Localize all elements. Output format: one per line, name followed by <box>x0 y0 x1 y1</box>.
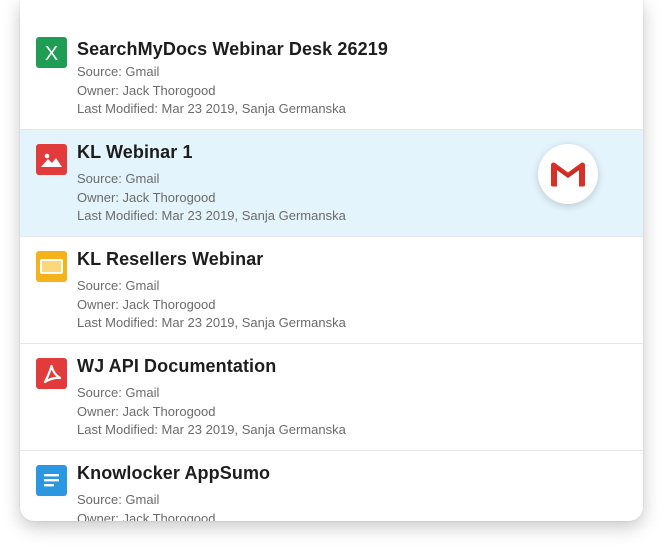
document-title[interactable]: KL Resellers Webinar <box>77 249 263 270</box>
pdf-icon <box>36 358 67 389</box>
document-source: Source: Gmail <box>77 171 160 186</box>
document-owner: Owner: Jack Thorogood <box>77 296 216 312</box>
document-modified: Last Modified: Mar 23 2019, Sanja German… <box>77 101 346 116</box>
list-item-selected[interactable]: KL Webinar 1 Source: Gmail Owner: Jack T… <box>20 130 643 237</box>
document-modified: Last Modified: Mar 23 2019, Sanja German… <box>77 315 346 330</box>
document-title[interactable]: Knowlocker AppSumo <box>77 463 270 484</box>
image-icon <box>36 144 67 175</box>
excel-icon: X <box>36 37 67 68</box>
document-meta: Source: Gmail Owner: Jack Thorogood Last… <box>77 63 346 119</box>
slides-icon <box>36 251 67 282</box>
svg-text:X: X <box>45 43 58 65</box>
doc-icon <box>36 465 67 496</box>
list-item[interactable]: KL Resellers Webinar Source: Gmail Owner… <box>20 237 643 344</box>
document-modified: Last Modified: Mar 23 2019, Sanja German… <box>77 208 346 223</box>
document-owner: Owner: Jack Thorogood <box>77 189 216 205</box>
document-source: Source: Gmail <box>77 278 160 293</box>
gmail-source-badge[interactable] <box>538 144 598 204</box>
document-meta: Source: Gmail Owner: Jack Thorogood <box>77 491 216 521</box>
document-source: Source: Gmail <box>77 492 160 507</box>
document-meta: Source: Gmail Owner: Jack Thorogood Last… <box>77 170 346 226</box>
document-source: Source: Gmail <box>77 385 160 400</box>
document-owner: Owner: Jack Thorogood <box>77 82 216 98</box>
document-owner: Owner: Jack Thorogood <box>77 510 216 522</box>
document-meta: Source: Gmail Owner: Jack Thorogood Last… <box>77 277 346 333</box>
list-item[interactable]: X SearchMyDocs Webinar Desk 26219 Source… <box>20 0 643 130</box>
list-item[interactable]: Knowlocker AppSumo Source: Gmail Owner: … <box>20 451 643 521</box>
document-title[interactable]: KL Webinar 1 <box>77 142 193 163</box>
document-list: X SearchMyDocs Webinar Desk 26219 Source… <box>20 0 643 521</box>
document-source: Source: Gmail <box>77 64 160 79</box>
document-title[interactable]: WJ API Documentation <box>77 356 276 377</box>
document-modified: Last Modified: Mar 23 2019, Sanja German… <box>77 422 346 437</box>
gmail-icon <box>551 162 585 187</box>
document-owner: Owner: Jack Thorogood <box>77 403 216 419</box>
document-meta: Source: Gmail Owner: Jack Thorogood Last… <box>77 384 346 440</box>
document-title[interactable]: SearchMyDocs Webinar Desk 26219 <box>77 39 388 60</box>
list-item[interactable]: WJ API Documentation Source: Gmail Owner… <box>20 344 643 451</box>
